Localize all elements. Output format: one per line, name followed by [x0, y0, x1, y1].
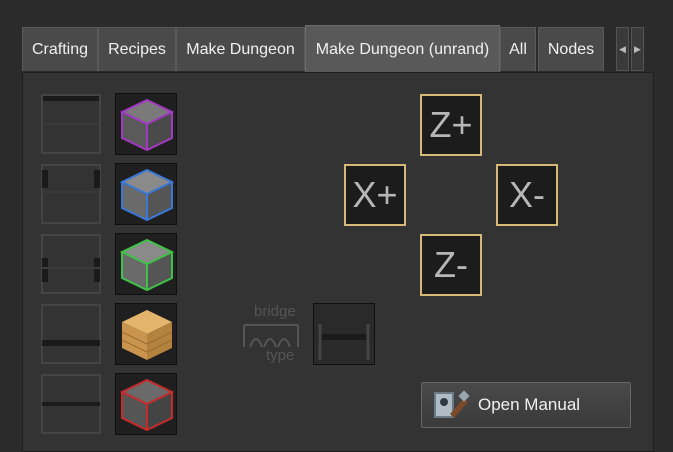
z-plus-button[interactable]: Z+: [420, 94, 482, 156]
tab-crafting[interactable]: Crafting: [22, 27, 98, 71]
bridge-type-slot[interactable]: [313, 303, 375, 365]
tab-all[interactable]: All: [500, 27, 536, 71]
x-minus-button[interactable]: X-: [496, 164, 558, 226]
ghost-shape-floor-icon: [41, 304, 101, 364]
ghost-shape-rail-icon: [41, 374, 101, 434]
chevron-right-icon[interactable]: ▶: [631, 27, 644, 71]
z-minus-button[interactable]: Z-: [420, 234, 482, 296]
wood-plank-block-icon: [121, 310, 173, 360]
chevron-left-icon[interactable]: ◀: [616, 27, 629, 71]
tab-recipes[interactable]: Recipes: [98, 27, 176, 71]
green-stone-block-icon: [120, 238, 174, 292]
ghost-shape-full-icon: [41, 94, 101, 154]
ghost-shape-corners-icon: [41, 164, 101, 224]
open-manual-label: Open Manual: [478, 395, 581, 414]
red-stone-block-icon: [120, 378, 174, 432]
block-slot-blue[interactable]: [115, 163, 177, 225]
purple-stone-block-icon: [120, 98, 174, 152]
tab-nodes[interactable]: Nodes: [538, 27, 604, 71]
block-slot-green[interactable]: [115, 233, 177, 295]
block-slot-purple[interactable]: [115, 93, 177, 155]
blue-stone-block-icon: [120, 168, 174, 222]
ghost-shape-side-icon: [41, 234, 101, 294]
tab-make-dungeon-unrand[interactable]: Make Dungeon (unrand): [305, 25, 500, 73]
x-plus-button[interactable]: X+: [344, 164, 406, 226]
open-manual-button[interactable]: Open Manual: [421, 382, 631, 428]
bridge-type-label: bridge type: [242, 303, 300, 364]
block-slot-red[interactable]: [115, 373, 177, 435]
block-slot-wood[interactable]: [115, 303, 177, 365]
bridge-shape-icon: [318, 324, 370, 360]
manual-book-icon: [434, 390, 470, 418]
type-text: type: [266, 347, 295, 364]
tab-make-dungeon[interactable]: Make Dungeon: [176, 27, 305, 71]
bridge-arch-icon: [243, 324, 299, 348]
